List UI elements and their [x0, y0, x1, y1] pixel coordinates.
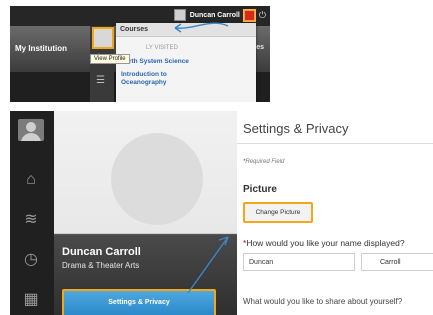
top-screenshot-panel: Duncan Carroll ⏻ My Institution ces ⌂ ☰ …	[10, 6, 270, 102]
bottom-screenshot-panel: ⌂ ≋ ◷ ▦ Duncan Carroll Drama & Theater A…	[10, 111, 433, 315]
annotation-arrow-bottom	[187, 236, 229, 294]
annotation-arrow-top	[174, 22, 229, 33]
